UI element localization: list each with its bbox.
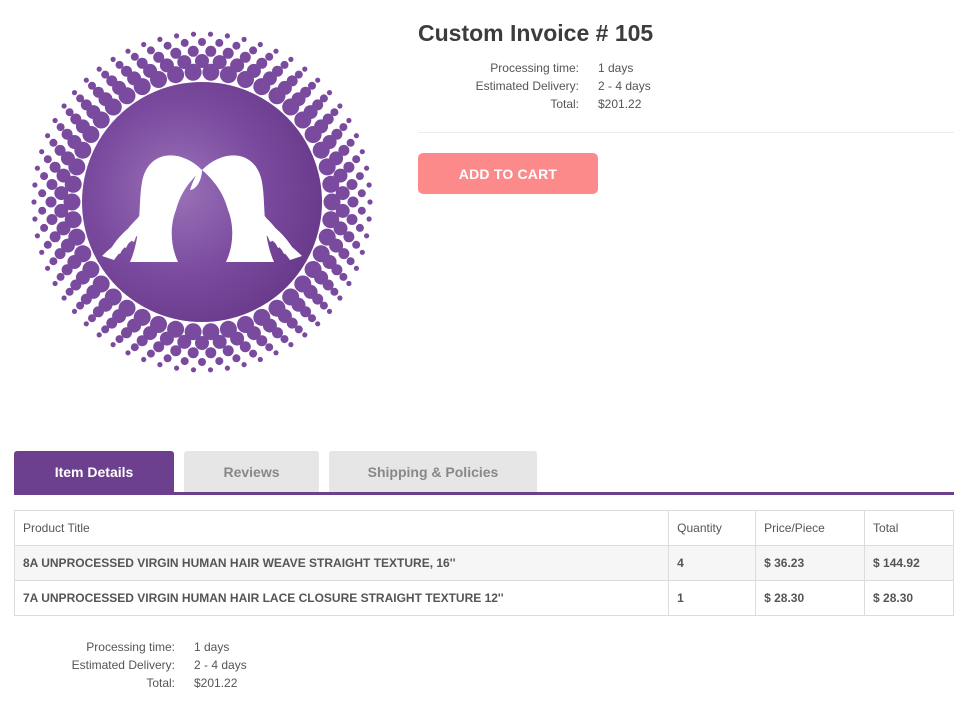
product-title-cell: 8A UNPROCESSED VIRGIN HUMAN HAIR WEAVE S…: [13, 545, 670, 581]
column-header-price-piece: Price/Piece: [755, 510, 866, 546]
tab-shipping-policies[interactable]: Shipping & Policies: [329, 451, 537, 492]
add-to-cart-button[interactable]: ADD TO CART: [418, 153, 598, 194]
estimated-delivery-value: 2 - 4 days: [598, 79, 651, 93]
footer-processing-time-value: 1 days: [194, 640, 230, 654]
estimated-delivery-label: Estimated Delivery:: [475, 79, 579, 93]
total-row: Total: $201.22: [418, 95, 651, 113]
footer-estimated-delivery-value: 2 - 4 days: [194, 658, 247, 672]
table-header-row: Product Title Quantity Price/Piece Total: [13, 510, 954, 546]
footer-processing-time-row: Processing time: 1 days: [14, 638, 247, 656]
footer-total-value: $201.22: [194, 676, 238, 690]
product-title-cell: 7A UNPROCESSED VIRGIN HUMAN HAIR LACE CL…: [13, 580, 670, 616]
footer-processing-time-label: Processing time:: [86, 640, 175, 654]
footer-total-row: Total: $201.22: [14, 674, 247, 692]
footer-estimated-delivery-label: Estimated Delivery:: [71, 658, 175, 672]
footer-total-label: Total:: [146, 676, 175, 690]
tab-reviews[interactable]: Reviews: [184, 451, 319, 492]
total-cell: $ 144.92: [864, 545, 954, 581]
divider: [418, 132, 954, 133]
hair-silhouette-logo-icon: [30, 30, 375, 375]
table-row: 8A UNPROCESSED VIRGIN HUMAN HAIR WEAVE S…: [13, 545, 954, 581]
estimated-delivery-row: Estimated Delivery: 2 - 4 days: [418, 77, 651, 95]
processing-time-row: Processing time: 1 days: [418, 59, 651, 77]
total-cell: $ 28.30: [864, 580, 954, 616]
quantity-cell: 1: [668, 580, 757, 616]
quantity-cell: 4: [668, 545, 757, 581]
tab-underline: [14, 492, 954, 495]
column-header-quantity: Quantity: [668, 510, 757, 546]
column-header-total: Total: [864, 510, 954, 546]
footer-estimated-delivery-row: Estimated Delivery: 2 - 4 days: [14, 656, 247, 674]
footer-summary: Processing time: 1 days Estimated Delive…: [14, 638, 247, 692]
processing-time-label: Processing time:: [490, 61, 579, 75]
tab-item-details[interactable]: Item Details: [14, 451, 174, 492]
price-piece-cell: $ 28.30: [755, 580, 866, 616]
column-header-product-title: Product Title: [13, 510, 670, 546]
invoice-title: Custom Invoice # 105: [418, 20, 654, 46]
total-label: Total:: [550, 97, 579, 111]
processing-time-value: 1 days: [598, 61, 634, 75]
price-piece-cell: $ 36.23: [755, 545, 866, 581]
total-value: $201.22: [598, 97, 642, 111]
items-table: Product Title Quantity Price/Piece Total…: [13, 510, 954, 616]
table-row: 7A UNPROCESSED VIRGIN HUMAN HAIR LACE CL…: [13, 580, 954, 616]
invoice-summary: Processing time: 1 days Estimated Delive…: [418, 59, 651, 113]
